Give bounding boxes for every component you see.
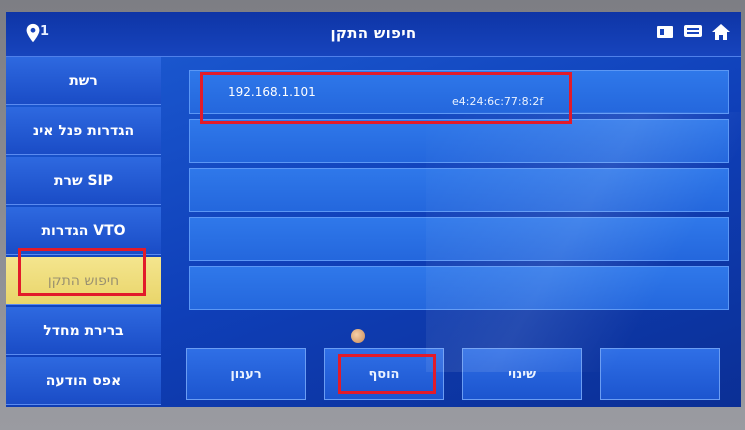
sidebar-item-vto-settings[interactable]: הגדרות VTO: [6, 207, 161, 255]
sidebar-item-label: הגדרות פנל אינ: [32, 122, 135, 139]
extra-button[interactable]: [600, 348, 720, 400]
refresh-button[interactable]: רענון: [186, 348, 306, 400]
sidebar-item-label: רשת: [69, 72, 98, 89]
page-indicator-dot: [351, 329, 365, 343]
sidebar-item-network[interactable]: רשת: [6, 57, 161, 105]
device-ip: 192.168.1.101: [228, 85, 316, 99]
screen: 1 חיפוש התקן רשת הגדרות פנל אינ שרת SIP …: [6, 12, 741, 407]
sidebar-item-label: הגדרות VTO: [41, 222, 126, 239]
edit-button[interactable]: שינוי: [462, 348, 582, 400]
edit-button-label: שינוי: [508, 366, 536, 382]
sidebar-item-label: אפס הודעה: [45, 372, 122, 389]
sidebar-item-label: ברירת מחדל: [43, 322, 124, 339]
device-mac: e4:24:6c:77:8:2f: [452, 95, 544, 108]
top-bar: 1 חיפוש התקן: [6, 12, 741, 57]
card-icon[interactable]: [655, 22, 675, 42]
device-row[interactable]: [189, 119, 729, 163]
sidebar-item-label: חיפוש התקן: [47, 272, 120, 289]
add-button[interactable]: הוסף: [324, 348, 444, 400]
device-row[interactable]: 192.168.1.101 e4:24:6c:77:8:2f: [189, 70, 729, 114]
sidebar-item-label: שרת SIP: [53, 172, 114, 189]
sidebar: רשת הגדרות פנל אינ שרת SIP הגדרות VTO חי…: [6, 57, 161, 407]
sidebar-item-default[interactable]: ברירת מחדל: [6, 307, 161, 355]
refresh-button-label: רענון: [230, 366, 262, 382]
add-button-label: הוסף: [368, 366, 400, 382]
device-row[interactable]: [189, 266, 729, 310]
device-row[interactable]: [189, 168, 729, 212]
page-title: חיפוש התקן: [330, 24, 417, 42]
device-row[interactable]: [189, 217, 729, 261]
home-icon[interactable]: [711, 22, 731, 42]
monitor-icon[interactable]: [683, 22, 703, 42]
top-icons: [655, 22, 731, 42]
sidebar-item-panel-settings[interactable]: הגדרות פנל אינ: [6, 107, 161, 155]
sidebar-item-reset-message[interactable]: אפס הודעה: [6, 357, 161, 405]
device-list: 192.168.1.101 e4:24:6c:77:8:2f: [189, 70, 729, 315]
sidebar-item-device-search[interactable]: חיפוש התקן: [6, 257, 161, 305]
sidebar-item-sip-server[interactable]: שרת SIP: [6, 157, 161, 205]
